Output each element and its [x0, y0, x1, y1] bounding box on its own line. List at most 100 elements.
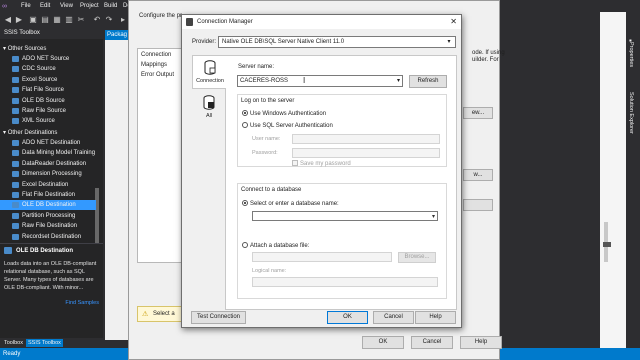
- test-connection-button[interactable]: Test Connection: [191, 311, 246, 324]
- help-button[interactable]: Help: [415, 311, 456, 324]
- new-item-icon[interactable]: ▣: [28, 15, 38, 25]
- menu-edit[interactable]: Edit: [40, 3, 50, 9]
- toolbox-item-label: Dimension Processing: [22, 171, 82, 178]
- toolbox-item-label: DataReader Destination: [22, 160, 87, 167]
- chevron-down-icon[interactable]: ▾: [397, 77, 400, 84]
- attach-db-radio[interactable]: Attach a database file:: [242, 242, 309, 249]
- server-name-label: Server name:: [238, 64, 275, 70]
- tab-all[interactable]: All: [192, 91, 226, 125]
- select-db-radio[interactable]: Select or enter a database name:: [242, 200, 339, 207]
- save-password-checkbox[interactable]: Save my password: [292, 160, 351, 167]
- ok-button[interactable]: OK: [327, 311, 368, 324]
- toolbox-item-destination-5[interactable]: Flat File Destination: [0, 190, 96, 200]
- password-input[interactable]: [292, 148, 440, 158]
- undo-icon[interactable]: ↶: [92, 15, 102, 25]
- server-name-combo[interactable]: CACERES-ROSS ▾: [237, 75, 403, 87]
- pin-icon[interactable]: ▪: [629, 36, 632, 45]
- database-group-title: Connect to a database: [241, 187, 302, 193]
- nav-error-output[interactable]: Error Output: [141, 72, 174, 78]
- component-icon: [12, 202, 19, 209]
- toolbox-item-destination-7[interactable]: Partition Processing: [0, 211, 96, 221]
- dialog-title: Connection Manager: [197, 19, 253, 25]
- toolbox-item-source-4[interactable]: OLE DB Source: [0, 96, 96, 106]
- component-icon: [12, 171, 19, 178]
- editor-new-button[interactable]: ew...: [463, 107, 493, 119]
- component-icon: [12, 56, 19, 62]
- section-other-sources[interactable]: ▾ Other Sources: [3, 45, 46, 52]
- radio-selected-icon: [242, 110, 248, 116]
- toolbox-item-label: OLE DB Source: [22, 97, 65, 104]
- open-icon[interactable]: ▤: [40, 15, 50, 25]
- tab-properties[interactable]: Properties: [628, 42, 634, 67]
- start-icon[interactable]: ▸: [118, 15, 128, 25]
- forward-icon[interactable]: ▶: [14, 15, 24, 25]
- redo-icon[interactable]: ↷: [104, 15, 114, 25]
- refresh-button[interactable]: Refresh: [409, 75, 447, 88]
- tab-ssis-toolbox[interactable]: SSIS Toolbox: [26, 339, 63, 347]
- save-all-icon[interactable]: ▥: [64, 15, 74, 25]
- toolbox-item-destination-9[interactable]: Recordset Destination: [0, 232, 96, 242]
- tab-connection[interactable]: Connection: [192, 55, 226, 89]
- connection-manager-icon: [186, 18, 193, 26]
- toolbox-item-destination-3[interactable]: Dimension Processing: [0, 169, 96, 179]
- menu-build[interactable]: Build: [104, 3, 117, 9]
- toolbox-info-panel: OLE DB Destination Loads data into an OL…: [0, 243, 103, 338]
- back-icon[interactable]: ◀: [3, 15, 13, 25]
- editor-cancel-button[interactable]: Cancel: [411, 336, 453, 349]
- toolbox-item-source-0[interactable]: ADO NET Source: [0, 54, 96, 64]
- close-icon[interactable]: ✕: [450, 17, 457, 26]
- toolbox-item-source-6[interactable]: XML Source: [0, 116, 96, 126]
- component-icon: [12, 160, 19, 167]
- dialog-side-tabs: Connection All: [192, 55, 226, 310]
- menu-project[interactable]: Project: [80, 3, 99, 9]
- radio-icon: [242, 242, 248, 248]
- editor-ok-button[interactable]: OK: [362, 336, 404, 349]
- menu-file[interactable]: File: [21, 3, 31, 9]
- database-group: Connect to a database Select or enter a …: [237, 183, 447, 299]
- browse-button[interactable]: Browse...: [398, 252, 436, 263]
- cancel-button[interactable]: Cancel: [373, 311, 414, 324]
- sql-auth-radio[interactable]: Use SQL Server Authentication: [242, 122, 333, 129]
- database-name-combo[interactable]: ▾: [252, 211, 438, 221]
- save-icon[interactable]: ▦: [52, 15, 62, 25]
- toolbox-item-label: Raw File Source: [22, 108, 67, 114]
- provider-label: Provider:: [192, 39, 217, 45]
- properties-scroll-thumb[interactable]: [603, 242, 611, 247]
- toolbox-tab[interactable]: SSIS Toolbox: [0, 28, 103, 39]
- toolbox-item-source-1[interactable]: CDC Source: [0, 64, 96, 74]
- toolbox-item-destination-4[interactable]: Excel Destination: [0, 180, 96, 190]
- tab-solution-explorer[interactable]: Solution Explorer: [628, 92, 634, 134]
- toolbox-item-label: OLE DB Destination: [22, 202, 76, 209]
- editor-view-button[interactable]: [463, 199, 493, 211]
- cut-icon[interactable]: ✂: [76, 15, 86, 25]
- windows-auth-radio[interactable]: Use Windows Authentication: [242, 110, 326, 117]
- chevron-down-icon[interactable]: ▾: [432, 213, 435, 220]
- user-name-input[interactable]: [292, 134, 440, 144]
- editor-new-button-2[interactable]: w...: [463, 169, 493, 181]
- editor-help-button[interactable]: Help: [460, 336, 502, 349]
- logical-name-input[interactable]: [252, 277, 438, 287]
- toolbox-item-destination-6[interactable]: OLE DB Destination: [0, 200, 96, 211]
- component-icon: [12, 192, 19, 198]
- menu-view[interactable]: View: [60, 3, 73, 9]
- section-other-destinations[interactable]: ▾ Other Destinations: [3, 129, 57, 136]
- toolbox-item-source-3[interactable]: Flat File Source: [0, 85, 96, 95]
- nav-mappings[interactable]: Mappings: [141, 62, 167, 68]
- chevron-down-icon: ▾: [447, 39, 451, 45]
- component-icon: [12, 118, 19, 125]
- toolbox-item-destination-1[interactable]: Data Mining Model Training: [0, 148, 96, 158]
- toolbox-item-destination-0[interactable]: ADO NET Destination: [0, 138, 96, 148]
- component-icon: [12, 87, 19, 94]
- toolbox-item-source-2[interactable]: Excel Source: [0, 75, 96, 85]
- find-samples-link[interactable]: Find Samples: [65, 300, 99, 306]
- toolbox-item-destination-8[interactable]: Raw File Destination: [0, 221, 96, 231]
- toolbox-item-destination-2[interactable]: DataReader Destination: [0, 159, 96, 169]
- database-file-input[interactable]: [252, 252, 392, 262]
- toolbox-item-source-5[interactable]: Raw File Source: [0, 106, 96, 116]
- nav-connection[interactable]: Connection: [141, 52, 171, 58]
- warning-icon: ⚠: [142, 311, 149, 318]
- status-text: Ready: [3, 351, 21, 357]
- provider-select[interactable]: Native OLE DB\SQL Server Native Client 1…: [218, 36, 456, 48]
- tab-toolbox[interactable]: Toolbox: [2, 339, 25, 347]
- component-icon: [12, 212, 19, 219]
